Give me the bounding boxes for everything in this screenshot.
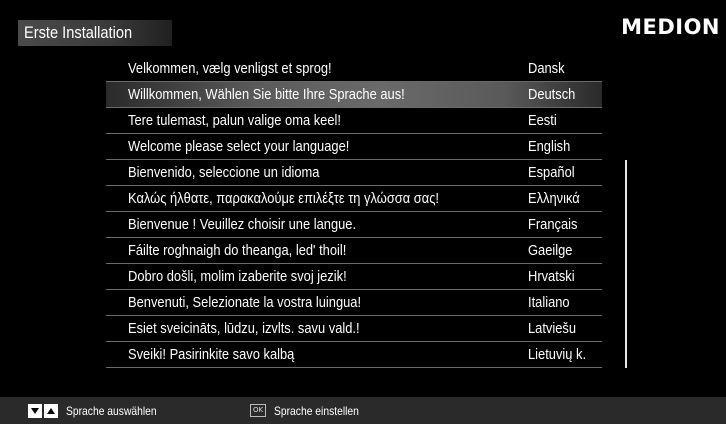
language-name: Français: [528, 216, 578, 233]
language-welcome-text: Velkommen, vælg venligst et sprog!: [128, 60, 332, 77]
language-row-italiano[interactable]: Benvenuti, Selezionate la vostra luingua…: [106, 290, 602, 316]
language-row-dansk[interactable]: Velkommen, vælg venligst et sprog! Dansk: [106, 56, 602, 82]
arrow-up-icon: [44, 404, 58, 418]
language-row-eesti[interactable]: Tere tulemast, palun valige oma keel! Ee…: [106, 108, 602, 134]
language-list: Velkommen, vælg venligst et sprog! Dansk…: [106, 56, 602, 368]
language-welcome-text: Καλώς ήλθατε, παρακαλούμε επιλέξτε τη γλ…: [128, 190, 440, 207]
language-row-espanol[interactable]: Bienvenido, seleccione un idioma Español: [106, 160, 602, 186]
select-language-hint: Sprache auswählen: [66, 404, 157, 418]
language-welcome-text: Benvenuti, Selezionate la vostra luingua…: [128, 294, 362, 311]
language-name: Lietuvių k.: [528, 346, 587, 363]
navigation-keys: [28, 404, 58, 418]
language-welcome-text: Tere tulemast, palun valige oma keel!: [128, 112, 341, 129]
confirm-language-hint: Sprache einstellen: [274, 404, 359, 418]
language-welcome-text: Welcome please select your language!: [128, 138, 350, 155]
language-name: English: [528, 138, 571, 155]
language-row-hrvatski[interactable]: Dobro došli, molim izaberite svoj jezik!…: [106, 264, 602, 290]
language-name: Latviešu: [528, 320, 577, 337]
language-welcome-text: Dobro došli, molim izaberite svoj jezik!: [128, 268, 347, 285]
language-name: Ελληνικά: [528, 190, 580, 207]
language-selection-screen: Erste Installation MEDION Velkommen, væl…: [0, 0, 726, 424]
language-row-gaeilge[interactable]: Fáilte roghnaigh do theanga, led' thoil!…: [106, 238, 602, 264]
language-welcome-text: Bienvenue ! Veuillez choisir une langue.: [128, 216, 357, 233]
arrow-down-icon: [28, 404, 42, 418]
language-welcome-text: Willkommen, Wählen Sie bitte Ihre Sprach…: [128, 86, 405, 103]
language-row-latviesu[interactable]: Esiet sveicināts, lūdzu, izvlts. savu va…: [106, 316, 602, 342]
language-row-english[interactable]: Welcome please select your language! Eng…: [106, 134, 602, 160]
language-welcome-text: Sveiki! Pasirinkite savo kalbą: [128, 346, 295, 363]
language-welcome-text: Esiet sveicināts, lūdzu, izvlts. savu va…: [128, 320, 360, 337]
language-row-deutsch[interactable]: Willkommen, Wählen Sie bitte Ihre Sprach…: [106, 82, 602, 108]
language-welcome-text: Fáilte roghnaigh do theanga, led' thoil!: [128, 242, 347, 259]
language-name: Deutsch: [528, 86, 576, 103]
language-name: Gaeilge: [528, 242, 573, 259]
page-title: Erste Installation: [24, 23, 133, 42]
language-name: Dansk: [528, 60, 565, 77]
language-name: Español: [528, 164, 575, 181]
language-name: Hrvatski: [528, 268, 575, 285]
list-scrollbar[interactable]: [625, 160, 627, 368]
language-name: Eesti: [528, 112, 557, 129]
ok-key-icon: OK: [250, 404, 266, 417]
language-row-lietuviu[interactable]: Sveiki! Pasirinkite savo kalbą Lietuvių …: [106, 342, 602, 368]
medion-logo: MEDION: [621, 15, 720, 39]
language-row-greek[interactable]: Καλώς ήλθατε, παρακαλούμε επιλέξτε τη γλ…: [106, 186, 602, 212]
language-welcome-text: Bienvenido, seleccione un idioma: [128, 164, 320, 181]
language-name: Italiano: [528, 294, 570, 311]
language-row-francais[interactable]: Bienvenue ! Veuillez choisir une langue.…: [106, 212, 602, 238]
